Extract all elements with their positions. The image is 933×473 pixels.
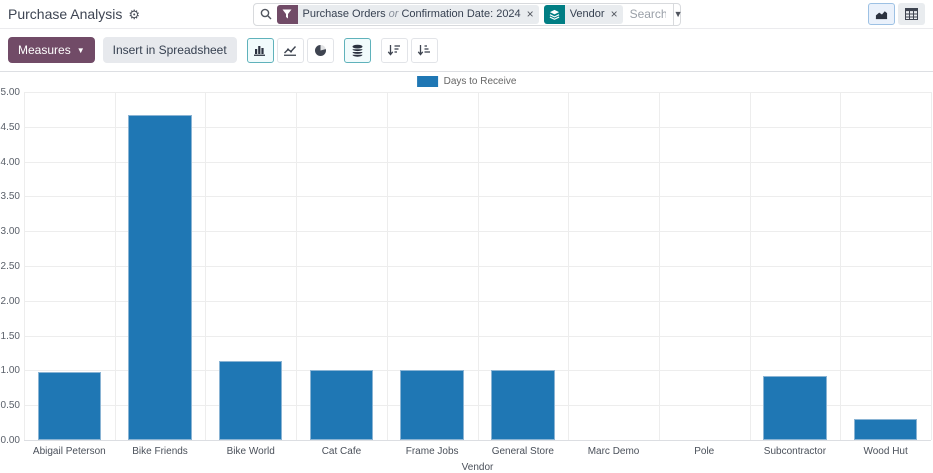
bar[interactable] xyxy=(400,370,463,440)
v-gridline xyxy=(931,92,932,440)
graph-view-button[interactable] xyxy=(868,3,895,25)
v-gridline xyxy=(750,92,751,440)
y-axis-tick: 1.50 xyxy=(0,331,20,342)
y-axis-tick: 5.00 xyxy=(0,87,20,98)
x-axis-tick: Bike Friends xyxy=(115,446,206,457)
top-header: Purchase Analysis ⚙ Purchase Orders or C… xyxy=(0,0,933,29)
h-gridline xyxy=(24,440,931,441)
x-axis-tick: General Store xyxy=(478,446,569,457)
bar[interactable] xyxy=(854,419,917,440)
x-axis-tick: Pole xyxy=(659,446,750,457)
view-switcher xyxy=(868,3,925,25)
groupby-facet-label: Vendor xyxy=(565,5,610,24)
x-axis-tick: Frame Jobs xyxy=(387,446,478,457)
bar[interactable] xyxy=(128,115,191,440)
group-by-icon xyxy=(544,5,565,24)
bar-chart-button[interactable] xyxy=(247,38,274,63)
x-axis-tick: Marc Demo xyxy=(568,446,659,457)
y-axis-tick: 2.00 xyxy=(0,296,20,307)
x-axis-tick: Wood Hut xyxy=(840,446,931,457)
bar[interactable] xyxy=(219,361,282,440)
y-axis-tick: 0.00 xyxy=(0,435,20,446)
chart-legend[interactable]: Days to Receive xyxy=(417,76,517,87)
pivot-view-button[interactable] xyxy=(898,3,925,25)
page-title: Purchase Analysis xyxy=(8,6,122,22)
search-icon xyxy=(260,8,272,20)
control-panel: Measures ▼ Insert in Spreadsheet xyxy=(0,29,933,72)
pie-chart-button[interactable] xyxy=(307,38,334,63)
bar[interactable] xyxy=(310,370,373,440)
v-gridline xyxy=(659,92,660,440)
bar[interactable] xyxy=(763,376,826,440)
x-axis-tick: Abigail Peterson xyxy=(24,446,115,457)
bar[interactable] xyxy=(38,372,101,440)
v-gridline xyxy=(478,92,479,440)
search-bar[interactable]: Purchase Orders or Confirmation Date: 20… xyxy=(253,3,681,26)
v-gridline xyxy=(296,92,297,440)
y-axis-tick: 0.50 xyxy=(0,400,20,411)
filter-facet-label: Purchase Orders or Confirmation Date: 20… xyxy=(298,5,526,24)
sort-group xyxy=(381,38,438,63)
remove-groupby-icon[interactable]: × xyxy=(610,5,623,24)
v-gridline xyxy=(840,92,841,440)
x-axis-tick: Bike World xyxy=(205,446,296,457)
v-gridline xyxy=(205,92,206,440)
filter-facet[interactable]: Purchase Orders or Confirmation Date: 20… xyxy=(277,5,539,24)
v-gridline xyxy=(24,92,25,440)
y-axis-tick: 3.00 xyxy=(0,226,20,237)
gear-icon[interactable]: ⚙ xyxy=(128,8,140,21)
stacked-button[interactable] xyxy=(344,38,371,63)
v-gridline xyxy=(115,92,116,440)
y-axis-tick: 3.50 xyxy=(0,191,20,202)
bar[interactable] xyxy=(491,370,554,440)
chart-type-group xyxy=(247,38,334,63)
v-gridline xyxy=(568,92,569,440)
remove-filter-icon[interactable]: × xyxy=(526,5,539,24)
x-axis-tick: Subcontractor xyxy=(750,446,841,457)
y-axis-tick: 1.00 xyxy=(0,365,20,376)
sort-ascending-button[interactable] xyxy=(411,38,438,63)
insert-in-spreadsheet-button[interactable]: Insert in Spreadsheet xyxy=(103,37,237,63)
graph-view: Days to Receive 0.00 0.50 1.00 1.50 2.00 2.50… xyxy=(0,72,933,470)
y-axis-tick: 4.00 xyxy=(0,157,20,168)
v-gridline xyxy=(387,92,388,440)
stacked-toggle-group xyxy=(344,38,371,63)
search-input[interactable] xyxy=(628,6,668,22)
measures-button[interactable]: Measures ▼ xyxy=(8,37,95,63)
filter-icon xyxy=(277,5,298,24)
legend-label: Days to Receive xyxy=(444,76,517,87)
line-chart-button[interactable] xyxy=(277,38,304,63)
x-axis-tick: Cat Cafe xyxy=(296,446,387,457)
chevron-down-icon: ▼ xyxy=(77,46,85,55)
sort-descending-button[interactable] xyxy=(381,38,408,63)
y-axis-tick: 2.50 xyxy=(0,261,20,272)
legend-swatch xyxy=(417,76,438,87)
y-axis-tick: 4.50 xyxy=(0,122,20,133)
groupby-facet[interactable]: Vendor × xyxy=(544,5,623,24)
x-axis-label: Vendor xyxy=(24,462,931,473)
